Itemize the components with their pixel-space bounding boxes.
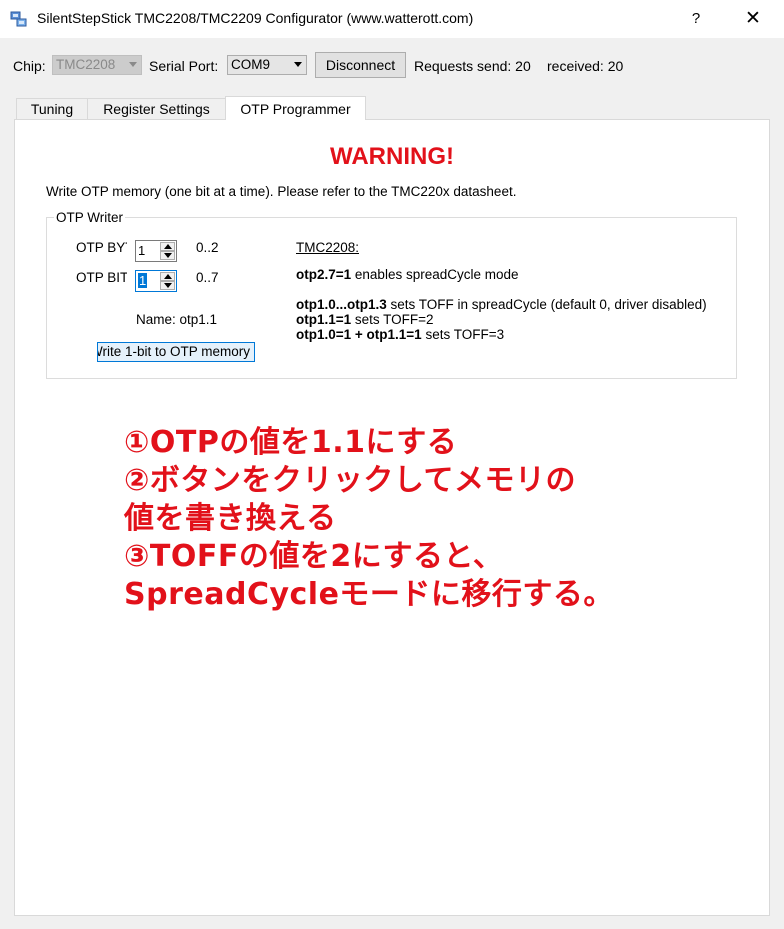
info-toff3-key: otp1.0=1 + otp1.1=1 xyxy=(296,327,422,342)
serial-port-select[interactable]: COM9 xyxy=(227,55,307,75)
stepper-down-icon[interactable] xyxy=(160,281,175,290)
disconnect-button[interactable]: Disconnect xyxy=(315,52,406,78)
serial-port-label: Serial Port: xyxy=(149,58,219,74)
title-bar: SilentStepStick TMC2208/TMC2209 Configur… xyxy=(0,0,784,38)
otp-byte-range: 0..2 xyxy=(196,240,219,255)
tab-otp-programmer[interactable]: OTP Programmer xyxy=(225,96,366,120)
serial-port-value: COM9 xyxy=(231,57,271,72)
info-toff2: otp1.1=1 sets TOFF=2 xyxy=(296,312,434,327)
received-count: received: 20 xyxy=(547,58,624,74)
otp-byte-value: 1 xyxy=(138,243,146,258)
info-spreadcycle-text: enables spreadCycle mode xyxy=(351,267,519,282)
requests-count: Requests send: 20 xyxy=(414,58,531,74)
info-toff3: otp1.0=1 + otp1.1=1 sets TOFF=3 xyxy=(296,327,504,342)
info-toff: otp1.0...otp1.3 sets TOFF in spreadCycle… xyxy=(296,297,726,312)
stepper-up-icon[interactable] xyxy=(160,242,175,251)
otp-name: Name: otp1.1 xyxy=(136,312,218,327)
info-toff-text: sets TOFF in spreadCycle (default 0, dri… xyxy=(386,297,707,312)
chip-value: TMC2208 xyxy=(56,57,116,72)
chip-label: Chip: xyxy=(13,58,46,74)
tab-tuning[interactable]: Tuning xyxy=(16,98,88,119)
app-icon xyxy=(10,11,27,27)
info-toff-key: otp1.0...otp1.3 xyxy=(296,297,387,312)
otp-bit-value: 1 xyxy=(138,273,148,288)
write-otp-button[interactable]: Write 1-bit to OTP memory xyxy=(97,342,255,362)
close-button[interactable]: ✕ xyxy=(736,0,770,38)
chevron-down-icon xyxy=(294,62,302,67)
tab-register-settings[interactable]: Register Settings xyxy=(87,98,226,119)
stepper-up-icon[interactable] xyxy=(160,272,175,281)
info-toff2-key: otp1.1=1 xyxy=(296,312,352,327)
chevron-down-icon xyxy=(129,62,137,67)
info-toff2-text: sets TOFF=2 xyxy=(351,312,434,327)
info-title: TMC2208: xyxy=(296,240,360,255)
chip-select[interactable]: TMC2208 xyxy=(52,55,142,75)
help-button[interactable]: ? xyxy=(680,0,712,38)
otp-bit-range: 0..7 xyxy=(196,270,219,285)
otp-writer-title: OTP Writer xyxy=(54,210,126,225)
otp-bit-label: OTP BIT: xyxy=(76,270,127,285)
otp-byte-label: OTP BYTE: xyxy=(76,240,127,255)
info-spreadcycle-key: otp2.7=1 xyxy=(296,267,352,282)
stepper-down-icon[interactable] xyxy=(160,251,175,260)
info-toff3-text: sets TOFF=3 xyxy=(421,327,505,342)
otp-byte-stepper[interactable]: 1 xyxy=(135,240,177,262)
otp-description: Write OTP memory (one bit at a time). Pl… xyxy=(46,184,517,199)
otp-bit-stepper[interactable]: 1 xyxy=(135,270,177,292)
warning-title: WARNING! xyxy=(330,143,454,170)
write-otp-button-label: Write 1-bit to OTP memory xyxy=(97,344,251,359)
window-title: SilentStepStick TMC2208/TMC2209 Configur… xyxy=(37,10,474,26)
info-spreadcycle: otp2.7=1 enables spreadCycle mode xyxy=(296,267,519,282)
annotation-line-5: SpreadCycleモードに移行する。 xyxy=(124,577,614,612)
